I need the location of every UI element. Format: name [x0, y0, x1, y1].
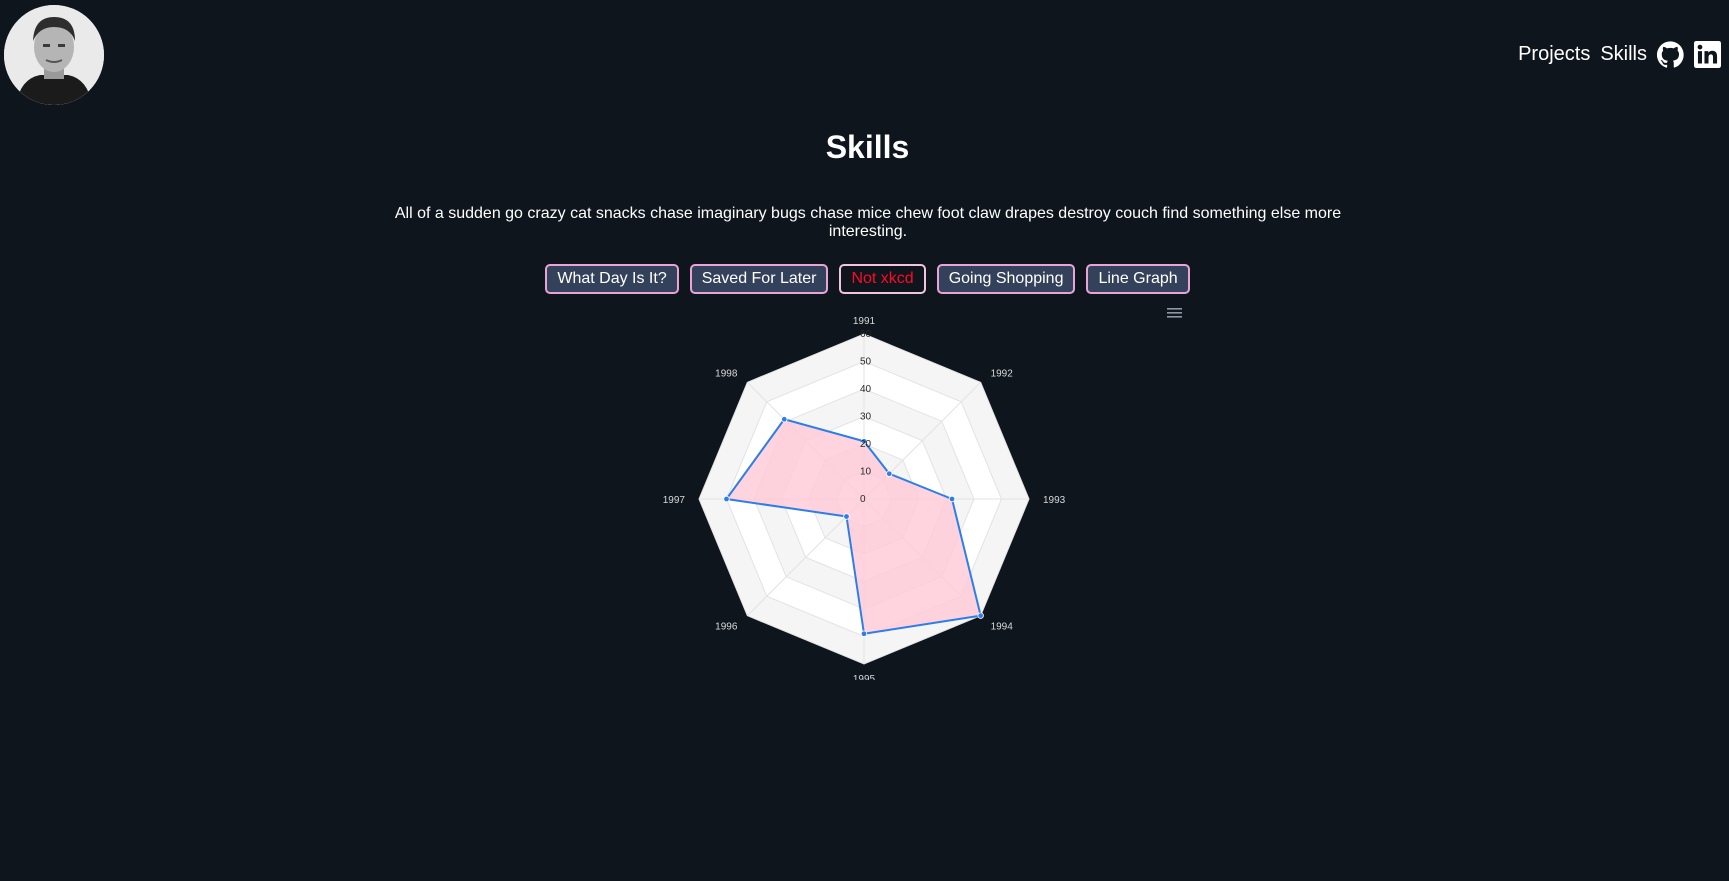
saved-for-later-button[interactable]: Saved For Later	[689, 264, 829, 294]
radial-tick-label: 20	[860, 439, 872, 450]
radial-tick-label: 30	[860, 412, 872, 423]
what-day-button[interactable]: What Day Is It?	[545, 264, 679, 294]
category-label: 1996	[715, 622, 738, 633]
linkedin-icon[interactable]	[1694, 41, 1721, 68]
page-title: Skills	[825, 129, 910, 165]
category-label: 1994	[991, 622, 1014, 633]
chart-type-buttons: What Day Is It? Saved For Later Not xkcd…	[0, 264, 1729, 294]
data-point	[723, 495, 730, 503]
hamburger-menu-icon[interactable]	[1166, 305, 1182, 321]
category-label: 1993	[1043, 495, 1066, 506]
category-label: 1998	[715, 368, 738, 379]
data-point	[860, 630, 868, 637]
category-label: 1991	[853, 316, 876, 327]
avatar-photo	[4, 5, 104, 105]
radial-tick-label: 50	[860, 357, 872, 368]
radial-tick-label: 60	[860, 329, 872, 340]
top-nav: Projects Skills	[1518, 41, 1721, 68]
radial-tick-label: 10	[860, 467, 872, 478]
line-graph-button[interactable]: Line Graph	[1086, 264, 1190, 294]
radar-chart: 0 10 20 30 40 50 60 1991 1992 1993 1994 1995 1996 19…	[640, 300, 1200, 680]
radial-tick-label: 40	[860, 384, 872, 395]
category-label: 1995	[853, 674, 876, 680]
data-point	[886, 470, 893, 477]
data-point	[977, 612, 984, 619]
nav-projects-link[interactable]: Projects	[1518, 43, 1590, 66]
github-icon[interactable]	[1657, 41, 1684, 68]
data-point	[781, 416, 788, 423]
intro-text: All of a sudden go crazy cat snacks chas…	[394, 205, 1342, 240]
going-shopping-button[interactable]: Going Shopping	[936, 264, 1076, 294]
data-point	[843, 513, 850, 520]
data-point	[948, 495, 956, 503]
nav-skills-link[interactable]: Skills	[1600, 43, 1647, 66]
category-label: 1992	[991, 368, 1014, 379]
avatar[interactable]	[4, 5, 104, 105]
not-xkcd-button[interactable]: Not xkcd	[839, 264, 926, 294]
category-label: 1997	[663, 495, 686, 506]
radial-tick-label: 0	[860, 494, 866, 505]
radar-chart-svg: 0 10 20 30 40 50 60 1991 1992 1993 1994 1995 1996 19…	[663, 305, 1182, 680]
